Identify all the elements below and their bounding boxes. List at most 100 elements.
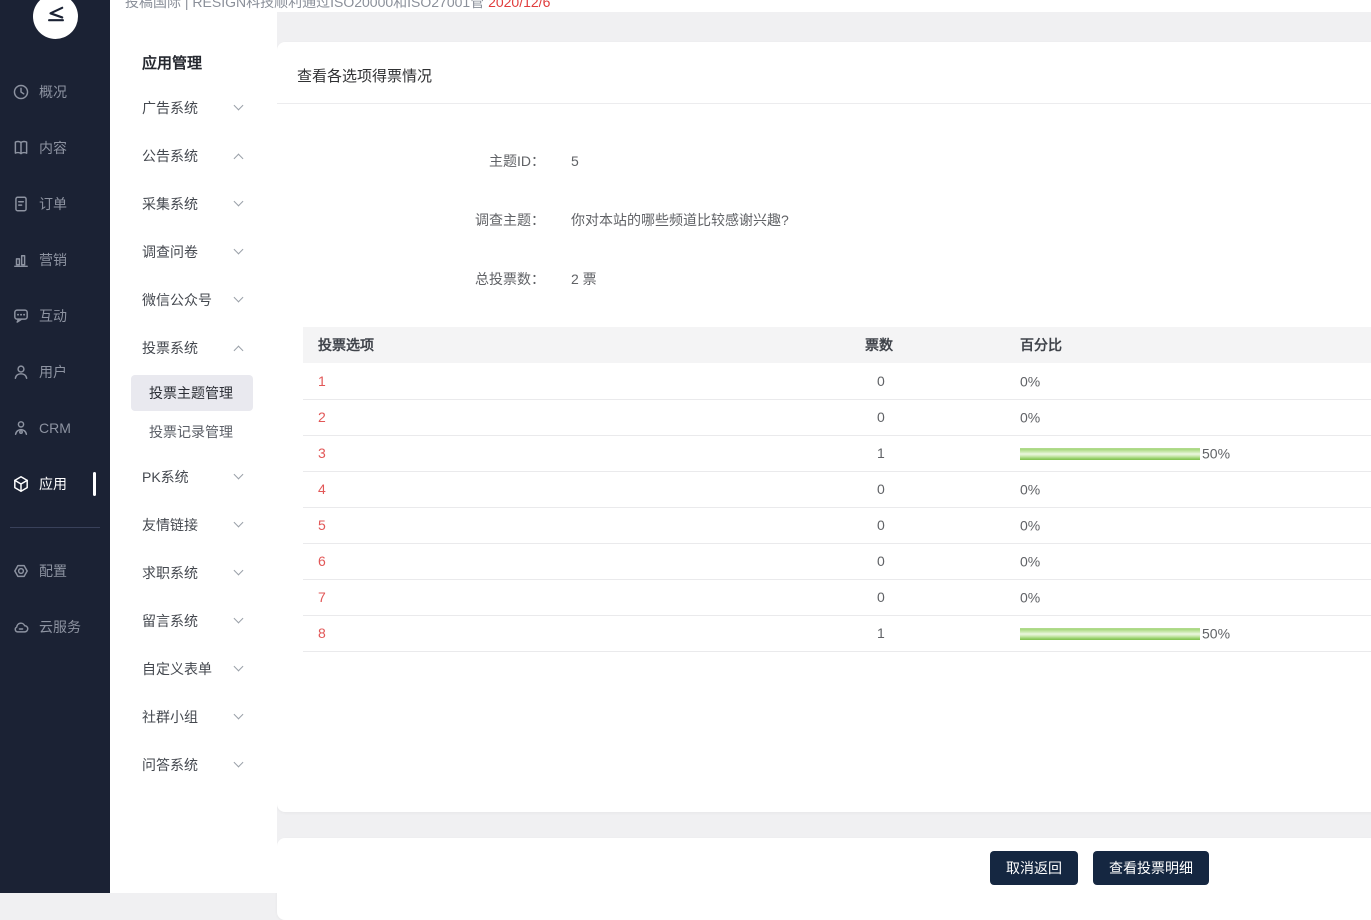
news-ticker[interactable]: 投稿国际 | RESIGN科技顺利通过ISO20000和ISO27001管 20… (125, 0, 1371, 12)
top-header-strip: 投稿国际 | RESIGN科技顺利通过ISO20000和ISO27001管 20… (110, 0, 1371, 12)
marketing-icon (12, 251, 30, 269)
submenu-item-广告系统[interactable]: 广告系统 (110, 84, 277, 132)
order-icon (12, 195, 30, 213)
submenu-child-投票记录管理[interactable]: 投票记录管理 (131, 414, 253, 450)
option-link[interactable]: 8 (318, 625, 326, 641)
sidebar-item-label: 互动 (39, 308, 67, 324)
submenu-item-label: 留言系统 (142, 613, 198, 629)
card-title: 查看各选项得票情况 (277, 42, 1371, 104)
sidebar-item-营销[interactable]: 营销 (0, 232, 110, 288)
info-label: 调查主题： (475, 212, 545, 228)
user-icon (12, 363, 30, 381)
submenu-item-投票系统[interactable]: 投票系统 (110, 324, 277, 372)
submenu-item-友情链接[interactable]: 友情链接 (110, 501, 277, 549)
option-link[interactable]: 5 (318, 517, 326, 533)
votes-cell: 1 (865, 435, 1015, 472)
sidebar-item-概况[interactable]: 概况 (0, 64, 110, 120)
submenu-item-微信公众号[interactable]: 微信公众号 (110, 276, 277, 324)
submenu-child-投票主题管理[interactable]: 投票主题管理 (131, 375, 253, 411)
option-link[interactable]: 1 (318, 373, 326, 389)
submenu-item-自定义表单[interactable]: 自定义表单 (110, 645, 277, 693)
chevron-down-icon (233, 196, 244, 207)
chevron-down-icon (233, 517, 244, 528)
percent-cell: 50% (1015, 435, 1371, 472)
option-link[interactable]: 7 (318, 589, 326, 605)
sidebar-item-内容[interactable]: 内容 (0, 120, 110, 176)
percent-cell: 0% (1015, 399, 1371, 436)
vote-table-row: 5 0 0% (303, 507, 1371, 544)
vote-table-row: 8 1 50% (303, 615, 1371, 652)
percent-label: 0% (1020, 409, 1041, 426)
option-link[interactable]: 3 (318, 445, 326, 461)
submenu-item-公告系统[interactable]: 公告系统 (110, 132, 277, 180)
chevron-down-icon (233, 244, 244, 255)
send-logo-icon (45, 3, 67, 30)
submenu-item-调查问卷[interactable]: 调查问卷 (110, 228, 277, 276)
submenu-item-采集系统[interactable]: 采集系统 (110, 180, 277, 228)
app-logo[interactable] (33, 0, 78, 39)
view-vote-detail-button[interactable]: 查看投票明细 (1093, 851, 1209, 885)
primary-nav: 概况内容订单营销互动用户 CRM 应用配置云服务 (0, 64, 110, 655)
option-link[interactable]: 6 (318, 553, 326, 569)
percent-label: 0% (1020, 589, 1041, 606)
percent-cell: 0% (1015, 507, 1371, 544)
percent-label: 0% (1020, 373, 1041, 390)
vote-table-row: 3 1 50% (303, 435, 1371, 472)
vote-table-row: 2 0 0% (303, 399, 1371, 436)
votes-cell: 0 (865, 543, 1015, 580)
info-value: 你对本站的哪些频道比较感谢兴趣? (571, 212, 789, 228)
nav-divider (10, 527, 100, 528)
submenu-list: 广告系统公告系统采集系统 调查问卷 微信公众号 投票系统 投票主题管理 投票记录管理 PK系… (110, 84, 277, 789)
sidebar-item-配置[interactable]: 配置 (0, 543, 110, 599)
secondary-sidebar: 应用管理 广告系统公告系统采集系统 调查问卷 微信公众号 投票系统 投票主题管理 投票记录… (110, 12, 277, 893)
percent-bar (1020, 627, 1200, 640)
votes-cell: 0 (865, 507, 1015, 544)
percent-bar (1020, 447, 1200, 460)
info-row: 调查主题： 你对本站的哪些频道比较感谢兴趣? (277, 209, 1371, 231)
cancel-return-button[interactable]: 取消返回 (990, 851, 1078, 885)
sidebar-item-用户[interactable]: 用户 (0, 344, 110, 400)
submenu-item-求职系统[interactable]: 求职系统 (110, 549, 277, 597)
percent-cell: 0% (1015, 543, 1371, 580)
sidebar-item-订单[interactable]: 订单 (0, 176, 110, 232)
submenu-item-label: 友情链接 (142, 517, 198, 533)
sidebar-item-label: 订单 (39, 196, 67, 212)
chevron-down-icon (233, 292, 244, 303)
submenu-item-留言系统[interactable]: 留言系统 (110, 597, 277, 645)
percent-cell: 0% (1015, 363, 1371, 400)
info-label: 主题ID： (489, 153, 545, 169)
votes-cell: 0 (865, 363, 1015, 400)
ticker-date: 2020/12/6 (488, 0, 551, 10)
main-content: 查看各选项得票情况 主题ID： 5 调查主题： 你对本站的哪些频道比较感谢兴趣? 总投票… (277, 12, 1371, 920)
submenu-item-问答系统[interactable]: 问答系统 (110, 741, 277, 789)
sidebar-item-CRM[interactable]: CRM (0, 400, 110, 456)
submenu-item-label: 公告系统 (142, 148, 198, 164)
submenu-item-label: 广告系统 (142, 100, 198, 116)
info-label: 总投票数： (475, 271, 545, 287)
sidebar-item-label: 云服务 (39, 619, 81, 635)
percent-label: 0% (1020, 481, 1041, 498)
submenu-item-社群小组[interactable]: 社群小组 (110, 693, 277, 741)
vote-info-section: 主题ID： 5 调查主题： 你对本站的哪些频道比较感谢兴趣? 总投票数： 2 票 (277, 104, 1371, 290)
col-header-votes: 票数 (865, 327, 1015, 363)
sidebar-item-label: 用户 (39, 364, 67, 380)
sidebar-item-云服务[interactable]: 云服务 (0, 599, 110, 655)
sidebar-item-互动[interactable]: 互动 (0, 288, 110, 344)
app-cube-icon (12, 475, 30, 493)
sidebar-item-label: 内容 (39, 140, 67, 156)
percent-cell: 0% (1015, 579, 1371, 616)
submenu-heading: 应用管理 (142, 55, 203, 72)
chevron-up-icon (233, 345, 244, 356)
submenu-item-label: PK系统 (142, 469, 189, 485)
option-link[interactable]: 2 (318, 409, 326, 425)
submenu-item-PK系统[interactable]: PK系统 (110, 453, 277, 501)
option-link[interactable]: 4 (318, 481, 326, 497)
votes-cell: 0 (865, 471, 1015, 508)
votes-cell: 1 (865, 615, 1015, 652)
chevron-down-icon (233, 757, 244, 768)
submenu-item-label: 自定义表单 (142, 661, 212, 677)
ticker-text: 投稿国际 | RESIGN科技顺利通过ISO20000和ISO27001管 (125, 0, 485, 10)
info-value: 2 票 (571, 271, 597, 287)
sidebar-item-应用[interactable]: 应用 (0, 456, 110, 512)
col-header-option: 投票选项 (303, 327, 865, 363)
